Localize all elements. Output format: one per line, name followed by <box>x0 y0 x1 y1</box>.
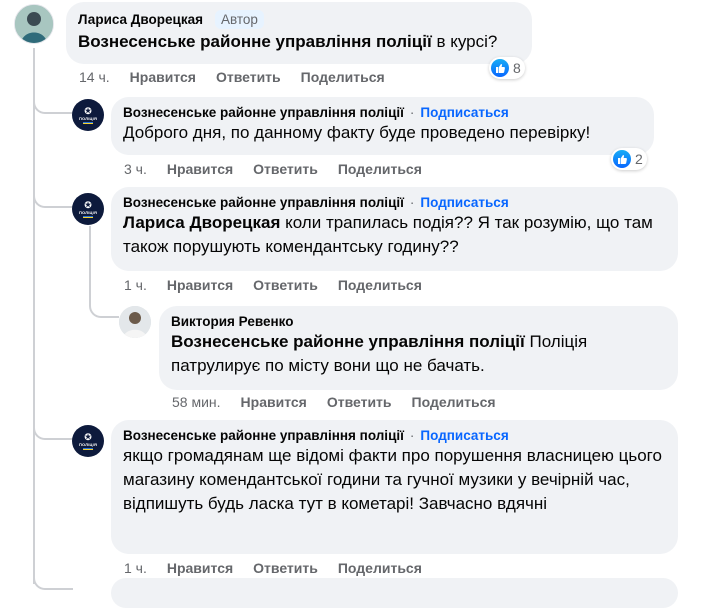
mention-link[interactable]: Вознесенське районне управління поліції <box>171 332 525 351</box>
mention-link[interactable]: Лариса Дворецкая <box>123 213 280 232</box>
reaction-count: 8 <box>513 60 521 76</box>
police-shield-icon: ✪ <box>84 105 92 116</box>
thread-curve <box>89 276 119 318</box>
comment-time[interactable]: 1 ч. <box>124 277 147 293</box>
comment-actions: 1 ч. Нравится Ответить Поделиться <box>124 277 422 293</box>
reaction-summary[interactable]: 2 <box>611 148 647 170</box>
share-button[interactable]: Поделиться <box>338 161 422 177</box>
comment-bubble: Лариса Дворецкая Автор Вознесенське райо… <box>66 2 532 64</box>
like-button[interactable]: Нравится <box>130 69 196 85</box>
like-icon <box>491 59 509 77</box>
avatar[interactable]: ✪ ПОЛІЦІЯ <box>72 425 104 457</box>
reply-button[interactable]: Ответить <box>253 560 318 576</box>
reply-button[interactable]: Ответить <box>327 394 392 410</box>
like-button[interactable]: Нравится <box>167 161 233 177</box>
like-button[interactable]: Нравится <box>167 277 233 293</box>
comment-text: Доброго дня, по данному факту буде прове… <box>123 123 591 142</box>
thread-line-main <box>33 48 35 584</box>
comment-author[interactable]: Вознесенське районне управління поліції <box>123 105 404 120</box>
comment-bubble: Вознесенське районне управління поліції … <box>111 420 678 554</box>
comment-author[interactable]: Виктория Ревенко <box>171 314 293 329</box>
avatar[interactable] <box>119 306 151 338</box>
like-button[interactable]: Нравится <box>167 560 233 576</box>
comment-text: якщо громадянам ще відомі факти про пору… <box>123 446 662 513</box>
mention-link[interactable]: Вознесенське районне управління поліції <box>78 32 432 51</box>
comment-actions: 3 ч. Нравится Ответить Поделиться <box>124 161 422 177</box>
follow-button[interactable]: Подписаться <box>420 105 508 120</box>
follow-button[interactable]: Подписаться <box>420 428 508 443</box>
user-photo-icon <box>119 306 151 338</box>
user-photo-icon <box>15 5 53 43</box>
reply-button[interactable]: Ответить <box>216 69 281 85</box>
comment-bubble: Вознесенське районне управління поліції … <box>111 97 654 155</box>
thread-curve <box>33 170 73 208</box>
comment-bubble: Виктория Ревенко Вознесенське районне уп… <box>159 306 678 390</box>
like-button[interactable]: Нравится <box>241 394 307 410</box>
author-badge: Автор <box>214 10 264 29</box>
comment-time[interactable]: 1 ч. <box>124 560 147 576</box>
comment-author[interactable]: Вознесенське районне управління поліції <box>123 195 404 210</box>
police-shield-icon: ✪ <box>84 199 92 210</box>
reaction-count: 2 <box>635 151 643 167</box>
follow-button[interactable]: Подписаться <box>420 195 508 210</box>
comment-bubble: Вознесенське районне управління поліції … <box>111 187 678 271</box>
comment-author[interactable]: Вознесенське районне управління поліції <box>123 428 404 443</box>
comment-time[interactable]: 58 мин. <box>172 394 221 410</box>
comment-actions: 14 ч. Нравится Ответить Поделиться <box>79 69 385 85</box>
avatar[interactable]: ✪ ПОЛІЦІЯ <box>72 193 104 225</box>
thread-curve <box>33 560 73 590</box>
police-shield-icon: ✪ <box>84 431 92 442</box>
reply-button[interactable]: Ответить <box>253 161 318 177</box>
share-button[interactable]: Поделиться <box>338 277 422 293</box>
reply-button[interactable]: Ответить <box>253 277 318 293</box>
comment-actions: 1 ч. Нравится Ответить Поделиться <box>124 560 422 576</box>
reaction-summary[interactable]: 8 <box>489 57 525 79</box>
like-icon <box>613 150 631 168</box>
comment-actions: 58 мин. Нравится Ответить Поделиться <box>172 394 496 410</box>
comment-text: в курсі? <box>431 32 498 51</box>
share-button[interactable]: Поделиться <box>338 560 422 576</box>
comment-author[interactable]: Лариса Дворецкая <box>78 12 203 27</box>
thread-curve <box>33 80 73 114</box>
share-button[interactable]: Поделиться <box>412 394 496 410</box>
next-comment-bubble <box>111 578 678 608</box>
comment-time[interactable]: 14 ч. <box>79 69 110 85</box>
share-button[interactable]: Поделиться <box>301 69 385 85</box>
avatar[interactable] <box>14 4 54 44</box>
thread-curve <box>33 400 73 440</box>
avatar[interactable]: ✪ ПОЛІЦІЯ <box>72 99 104 131</box>
comment-time[interactable]: 3 ч. <box>124 161 147 177</box>
